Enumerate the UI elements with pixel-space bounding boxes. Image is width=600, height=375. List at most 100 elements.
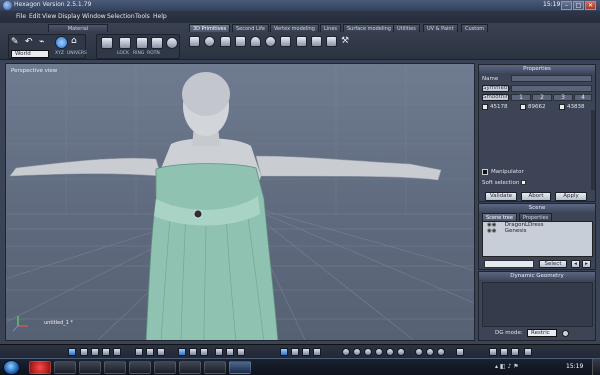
magnet-icon[interactable]: ⌂ <box>71 36 83 48</box>
disk-primitive-icon[interactable] <box>311 36 322 47</box>
ao-icon[interactable] <box>426 348 434 356</box>
app-taskbar-icon-4[interactable] <box>179 361 201 374</box>
menu-selection[interactable]: Selection <box>107 13 135 20</box>
cylinder-primitive-icon[interactable] <box>220 36 231 47</box>
grid-primitive-icon[interactable] <box>296 36 307 47</box>
universal-gizmo-icon[interactable] <box>313 348 321 356</box>
point-mode-icon[interactable] <box>80 348 88 356</box>
menu-window[interactable]: Window <box>82 13 106 20</box>
ring-label[interactable]: RING <box>133 51 144 56</box>
rotate-cube-icon[interactable] <box>119 37 131 49</box>
tab-custom[interactable]: Custom <box>461 24 489 32</box>
scene-tree-list[interactable]: ◉◉ DragonLDress ◉◉ Genesis <box>482 221 593 257</box>
box-primitive-icon[interactable] <box>189 36 200 47</box>
menu-tools[interactable]: Tools <box>135 13 150 20</box>
shadow-icon[interactable] <box>415 348 423 356</box>
menu-display[interactable]: Display <box>58 13 80 20</box>
menu-help[interactable]: Help <box>153 13 167 20</box>
zoom-icon[interactable] <box>215 348 223 356</box>
minimize-button[interactable]: – <box>561 1 572 10</box>
camera-icon[interactable] <box>456 348 464 356</box>
explorer-taskbar-icon[interactable] <box>54 361 76 374</box>
apply-button[interactable]: Apply <box>555 192 587 201</box>
pan-icon[interactable] <box>226 348 234 356</box>
move-cube-icon[interactable] <box>101 37 113 49</box>
scene-filter-field[interactable] <box>484 260 534 268</box>
name-field[interactable] <box>511 75 592 82</box>
tweak-tool-icon[interactable] <box>55 36 68 49</box>
xyz-toggle[interactable]: XYZ <box>55 51 64 56</box>
show-desktop-button[interactable] <box>592 359 600 375</box>
maximize-button[interactable]: □ <box>573 1 584 10</box>
frame-icon[interactable] <box>237 348 245 356</box>
dg-option-icon[interactable] <box>562 330 569 337</box>
tab-uv-paint[interactable]: UV & Paint <box>423 24 458 32</box>
tab-second-life[interactable]: Second Life <box>232 24 270 32</box>
quad-view-icon[interactable] <box>200 348 208 356</box>
torus-primitive-icon[interactable] <box>265 36 276 47</box>
magic-select-icon[interactable]: ⌁ <box>39 37 51 49</box>
select-button[interactable]: Select <box>539 260 567 268</box>
tab-3d-primitives[interactable]: 3D Primitives <box>189 24 231 32</box>
visibility-icon[interactable]: ◉◉ <box>487 228 497 234</box>
coordinate-system-dropdown[interactable]: World <box>11 50 49 58</box>
media-taskbar-icon[interactable] <box>79 361 101 374</box>
unhide-icon[interactable] <box>146 348 154 356</box>
app-taskbar-icon-1[interactable] <box>104 361 126 374</box>
brush-select-icon[interactable]: ✎ <box>11 37 23 49</box>
dg-list[interactable] <box>482 282 593 327</box>
soft-selection-checkbox[interactable] <box>521 180 526 185</box>
hammer-icon[interactable]: ⚒ <box>341 36 352 47</box>
smoothing-button[interactable]: Smoothing <box>482 94 513 101</box>
plane-primitive-icon[interactable] <box>235 36 246 47</box>
menu-edit[interactable]: Edit <box>29 13 41 20</box>
lasso-icon[interactable]: ↶ <box>25 37 37 49</box>
symmetry-button[interactable]: Symmetry <box>482 85 512 92</box>
smooth-level-4[interactable]: 4 <box>574 94 592 101</box>
tab-lines[interactable]: Lines <box>320 24 342 32</box>
app-taskbar-icon-3[interactable] <box>154 361 176 374</box>
render-region-icon[interactable] <box>500 348 508 356</box>
start-button[interactable] <box>3 360 20 375</box>
move-gizmo-icon[interactable] <box>280 348 288 356</box>
lock-label[interactable]: LOCK <box>117 51 129 56</box>
opera-taskbar-icon[interactable] <box>29 361 51 374</box>
rotate-gizmo-icon[interactable] <box>291 348 299 356</box>
shading-smooth-icon[interactable] <box>342 348 350 356</box>
smooth-level-3[interactable]: 3 <box>553 94 573 101</box>
rotn-label[interactable]: ROTN <box>147 51 160 56</box>
isolate-icon[interactable] <box>157 348 165 356</box>
app-taskbar-icon-5[interactable] <box>204 361 226 374</box>
universal-cube-icon[interactable] <box>151 37 163 49</box>
properties-scrollbar[interactable] <box>591 110 595 190</box>
tab-vertex-modeling[interactable]: Vertex modeling <box>270 24 319 32</box>
edge-mode-icon[interactable] <box>91 348 99 356</box>
shading-lit-icon[interactable] <box>397 348 405 356</box>
hexagon-taskbar-icon[interactable] <box>229 361 251 374</box>
menu-file[interactable]: File <box>16 13 26 20</box>
validate-button[interactable]: Validate <box>485 192 517 201</box>
pivot-icon[interactable] <box>166 37 178 49</box>
select-mode-icon[interactable] <box>68 348 76 356</box>
tab-utilities[interactable]: Utilities <box>393 24 420 32</box>
hide-icon[interactable] <box>135 348 143 356</box>
symmetry-field[interactable] <box>511 85 592 92</box>
render-icon[interactable] <box>489 348 497 356</box>
dg-mode-dropdown[interactable]: Restric <box>527 329 557 337</box>
perspective-viewport[interactable]: Perspective view untitled_1 * <box>5 63 475 341</box>
tab-scene-properties[interactable]: Properties <box>519 213 553 221</box>
object-mode-icon[interactable] <box>113 348 121 356</box>
shading-xray-icon[interactable] <box>386 348 394 356</box>
shading-texture-icon[interactable] <box>375 348 383 356</box>
smooth-level-1[interactable]: 1 <box>511 94 531 101</box>
scene-prev-button[interactable]: ◂ <box>571 260 580 268</box>
pyramid-primitive-icon[interactable] <box>326 36 337 47</box>
tab-surface-modeling[interactable]: Surface modeling <box>343 24 395 32</box>
sphere-primitive-icon[interactable] <box>204 36 215 47</box>
scene-tree-item[interactable]: ◉◉ Genesis <box>483 228 592 234</box>
abort-button[interactable]: Abort <box>521 192 551 201</box>
snapshot-icon[interactable] <box>511 348 519 356</box>
tab-scene-tree[interactable]: Scene tree <box>482 213 517 221</box>
close-button[interactable]: ✕ <box>585 1 596 10</box>
light-icon[interactable] <box>437 348 445 356</box>
